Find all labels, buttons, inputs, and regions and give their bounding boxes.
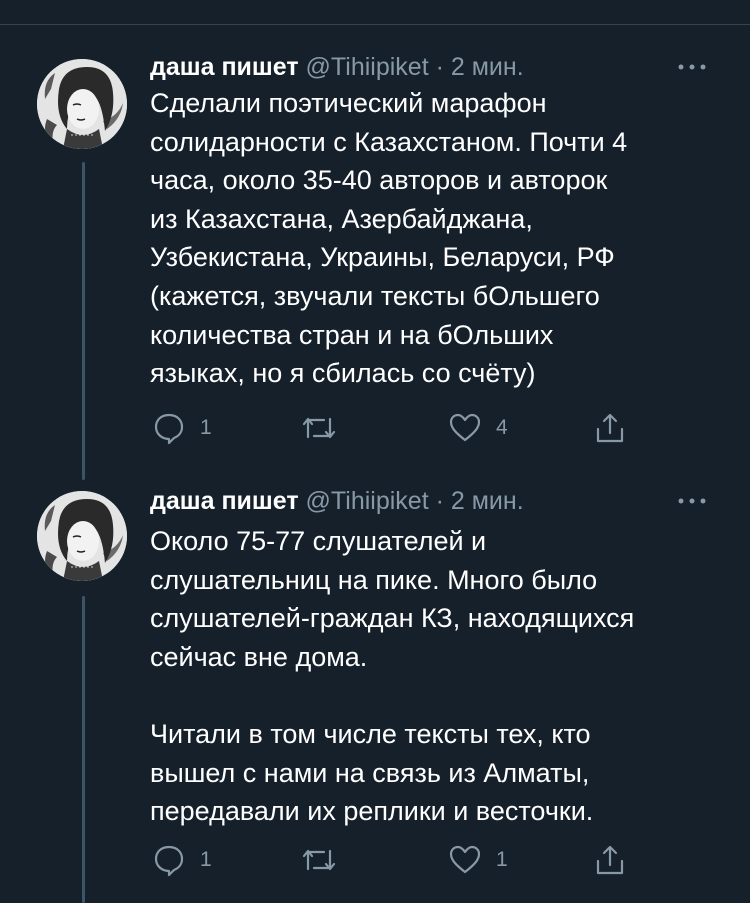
- like-button[interactable]: 1: [448, 840, 508, 880]
- like-icon: [449, 845, 481, 874]
- share-icon: [596, 845, 624, 875]
- author-name[interactable]: даша пишет: [150, 487, 299, 515]
- author-handle[interactable]: @Tihiipiket: [306, 487, 429, 515]
- more-icon[interactable]: [674, 491, 710, 511]
- reply-button[interactable]: 1: [152, 840, 212, 880]
- avatar-illustration: [37, 491, 127, 581]
- tweet-2[interactable]: даша пишет @Tihiipiket · 2 мин. Около 75…: [0, 0, 750, 903]
- retweet-icon: [302, 849, 336, 871]
- retweet-button[interactable]: [300, 840, 352, 880]
- reply-icon: [154, 845, 184, 877]
- share-button[interactable]: [594, 840, 626, 880]
- tweet-text: Около 75-77 слушателей и слушательниц на…: [150, 526, 635, 827]
- tweet-time[interactable]: 2 мин.: [451, 487, 524, 515]
- tweet-header: даша пишет @Tihiipiket · 2 мин.: [150, 484, 524, 518]
- reply-count: 1: [200, 848, 212, 871]
- header-separator: ·: [435, 487, 444, 515]
- like-count: 1: [496, 848, 508, 871]
- tweet-actions: 1 1: [150, 840, 650, 880]
- avatar[interactable]: [37, 491, 127, 581]
